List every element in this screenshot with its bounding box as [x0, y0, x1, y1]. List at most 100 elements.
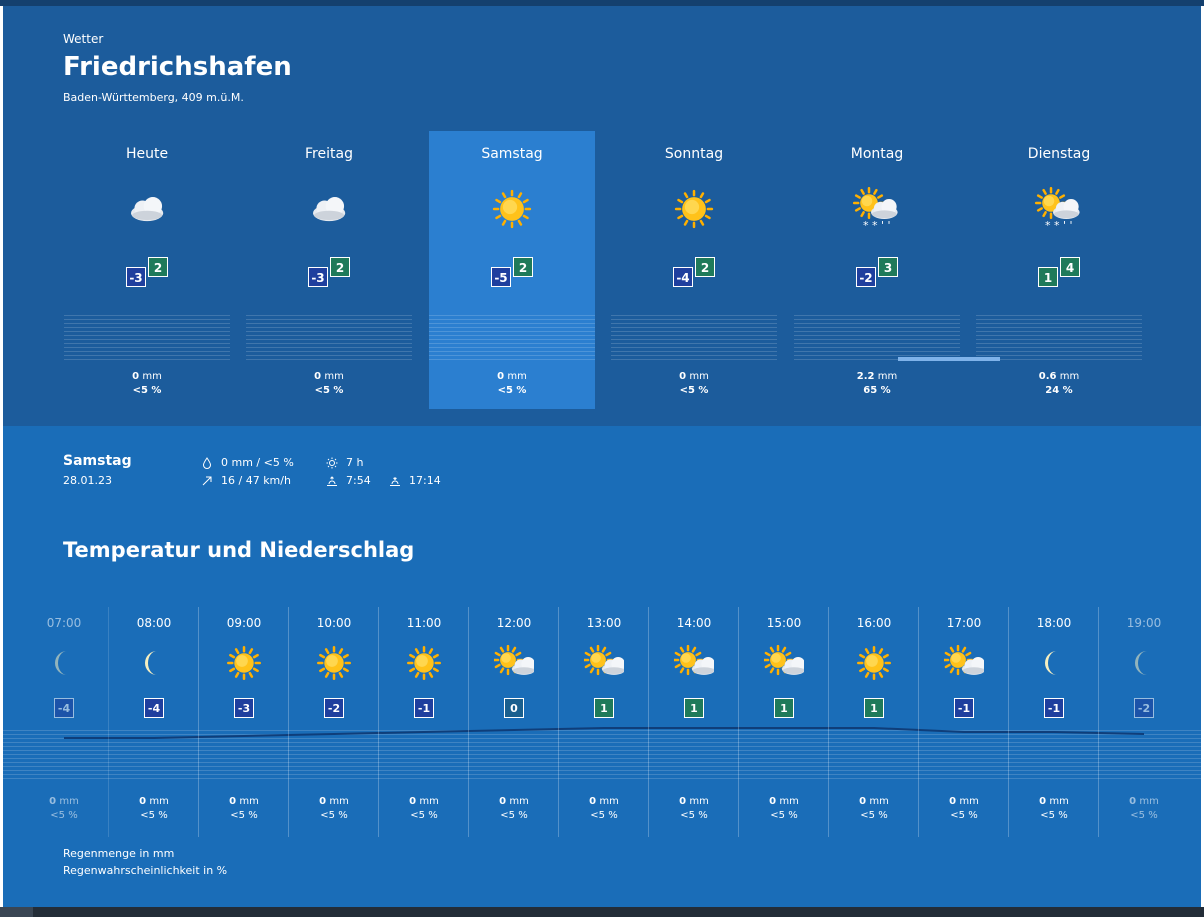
hour-rain-value: 0 — [139, 796, 147, 807]
hour-rain-amount: 0 mm — [1099, 796, 1189, 807]
detail-sunrise-value: 7:54 — [346, 474, 371, 487]
day-name: Samstag — [481, 146, 543, 162]
moon-icon — [134, 645, 174, 681]
sunshine-icon — [326, 457, 338, 468]
hour-rain-probability: <5 % — [950, 810, 978, 821]
sun-cloud-snow-icon: * * ' ' — [852, 186, 902, 232]
sun-icon — [404, 645, 444, 681]
svg-text:* * ' ': * * ' ' — [863, 219, 891, 231]
rain-probability: 65 % — [863, 385, 891, 396]
hour-column: 11:00 -1 0 mm <5 % — [379, 607, 469, 837]
day-name: Dienstag — [1027, 146, 1091, 162]
hour-column: 09:00 -3 0 mm <5 % — [199, 607, 289, 837]
hour-rain-unit: mm — [239, 796, 259, 807]
hour-temp: 1 — [684, 698, 704, 718]
temp-max: 4 — [1060, 257, 1080, 277]
hour-column: 12:00 0 0 mm <5 % — [469, 607, 559, 837]
hour-rain-unit: mm — [959, 796, 979, 807]
rain-amount-unit: mm — [689, 371, 709, 382]
hour-rain-value: 0 — [1129, 796, 1137, 807]
hour-time: 18:00 — [1036, 616, 1072, 630]
scrollbar-thumb[interactable] — [0, 907, 33, 917]
hour-rain-amount: 0 mm — [379, 796, 469, 807]
day-column-samstag[interactable]: Samstag 2 -5 0 mm <5 % — [429, 131, 595, 409]
sun-cloud-snow-icon: * * ' ' — [1034, 186, 1084, 232]
hour-temp: -3 — [234, 698, 254, 718]
temp-min: -3 — [126, 267, 146, 287]
hour-rain-probability: <5 % — [500, 810, 528, 821]
rain-amount-unit: mm — [507, 371, 527, 382]
hour-rain-unit: mm — [869, 796, 889, 807]
hour-time: 14:00 — [676, 616, 712, 630]
hour-rain-probability: <5 % — [1130, 810, 1158, 821]
hour-rain-amount: 0 mm — [469, 796, 559, 807]
hour-column: 16:00 1 0 mm <5 % — [829, 607, 919, 837]
svg-text:* * ' ': * * ' ' — [1045, 219, 1073, 231]
temp-range: 2 -5 — [491, 257, 537, 289]
sun-cloud-icon — [672, 644, 716, 681]
sun-icon — [224, 645, 264, 681]
hour-temp: 1 — [594, 698, 614, 718]
hour-rain-value: 0 — [1039, 796, 1047, 807]
hour-rain-value: 0 — [679, 796, 687, 807]
hour-rain-amount: 0 mm — [919, 796, 1009, 807]
hour-rain-probability: <5 % — [50, 810, 78, 821]
horizontal-scrollbar[interactable] — [0, 907, 1204, 917]
temp-min: 1 — [1038, 267, 1058, 287]
rain-amount-unit: mm — [324, 371, 344, 382]
hour-rain-probability: <5 % — [140, 810, 168, 821]
hour-time: 09:00 — [226, 616, 262, 630]
temp-max: 2 — [513, 257, 533, 277]
rain-bars — [246, 315, 412, 361]
day-column-sonntag[interactable]: Sonntag 2 -4 0 mm <5 % — [611, 131, 777, 409]
day-column-freitag[interactable]: Freitag 2 -3 0 mm <5 % — [246, 131, 412, 409]
day-name: Sonntag — [664, 146, 724, 162]
temp-max: 2 — [148, 257, 168, 277]
day-column-montag[interactable]: Montag * * ' ' 3 -2 2.2 mm 65 % — [794, 131, 986, 409]
temp-max: 3 — [878, 257, 898, 277]
hour-rain-value: 0 — [859, 796, 867, 807]
sun-cloud-icon — [492, 644, 536, 681]
hour-rain-unit: mm — [1049, 796, 1069, 807]
day-column-heute[interactable]: Heute 2 -3 0 mm <5 % — [64, 131, 230, 409]
hour-rain-unit: mm — [329, 796, 349, 807]
rain-amount: 0 mm — [429, 371, 595, 382]
hour-rain-unit: mm — [1139, 796, 1159, 807]
rain-bars — [794, 315, 986, 361]
rain-amount-value: 0 — [497, 371, 505, 382]
hour-temp: -1 — [954, 698, 974, 718]
hour-column: 10:00 -2 0 mm <5 % — [289, 607, 379, 837]
rain-amount-value: 2.2 — [856, 371, 875, 382]
hour-rain-probability: <5 % — [230, 810, 258, 821]
hour-temp: -1 — [1044, 698, 1064, 718]
hour-temp: 1 — [774, 698, 794, 718]
temp-max: 2 — [330, 257, 350, 277]
sun-cloud-icon — [582, 644, 626, 681]
legend-amount: Regenmenge in mm — [63, 847, 175, 860]
rain-amount-value: 0.6 — [1038, 371, 1057, 382]
hour-temp: 1 — [864, 698, 884, 718]
hour-rain-probability: <5 % — [590, 810, 618, 821]
detail-date: 28.01.23 — [63, 474, 112, 487]
hour-rain-amount: 0 mm — [199, 796, 289, 807]
detail-sunshine: 7 h — [326, 456, 363, 469]
hour-time: 10:00 — [316, 616, 352, 630]
cloud-icon — [122, 187, 172, 231]
hour-rain-unit: mm — [149, 796, 169, 807]
sun-icon — [314, 645, 354, 681]
hour-temp: -1 — [414, 698, 434, 718]
day-column-dienstag[interactable]: Dienstag * * ' ' 4 1 0.6 mm 24 % — [976, 131, 1142, 409]
rain-amount-unit: mm — [1059, 371, 1080, 382]
rain-amount-value: 0 — [132, 371, 140, 382]
hour-temp: -4 — [54, 698, 74, 718]
hour-rain-probability: <5 % — [410, 810, 438, 821]
hour-time: 12:00 — [496, 616, 532, 630]
rain-bars — [64, 315, 230, 361]
detail-wind: 16 / 47 km/h — [201, 474, 291, 487]
rain-amount-unit: mm — [877, 371, 898, 382]
hour-temp: -4 — [144, 698, 164, 718]
sun-icon — [854, 645, 894, 681]
hour-rain-amount: 0 mm — [559, 796, 649, 807]
temp-range: 4 1 — [1038, 257, 1084, 289]
detail-wind-value: 16 / 47 km/h — [221, 474, 291, 487]
